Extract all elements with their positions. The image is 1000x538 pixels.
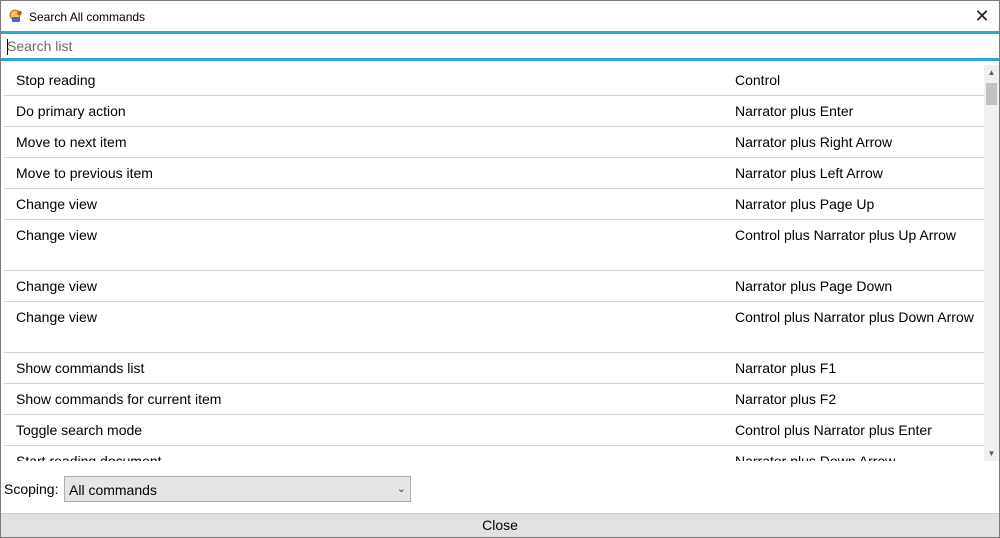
scoping-dropdown[interactable]: All commands ⌄ <box>64 476 411 502</box>
command-shortcut: Narrator plus Left Arrow <box>735 165 883 181</box>
command-name: Move to next item <box>16 134 127 150</box>
list-item[interactable]: Stop reading Control <box>4 65 984 96</box>
list-item[interactable]: Change view Control plus Narrator plus Up… <box>4 220 984 271</box>
list-item[interactable]: Change view Narrator plus Page Up <box>4 189 984 220</box>
command-name: Stop reading <box>16 72 96 88</box>
scrollbar-thumb[interactable] <box>986 83 997 105</box>
list-item[interactable]: Show commands for current item Narrator p… <box>4 384 984 415</box>
list-item[interactable]: Toggle search mode Control plus Narrator … <box>4 415 984 446</box>
vertical-scrollbar[interactable]: ▲ ▼ <box>984 65 999 461</box>
command-shortcut: Narrator plus Down Arrow <box>735 453 896 461</box>
command-shortcut: Narrator plus Enter <box>735 103 854 119</box>
command-shortcut: Narrator plus Page Down <box>735 278 893 294</box>
command-shortcut: Control plus Narrator plus Up Arrow <box>735 227 956 243</box>
list-item[interactable]: Show commands list Narrator plus F1 <box>4 353 984 384</box>
list-item[interactable]: Move to next item Narrator plus Right Arr… <box>4 127 984 158</box>
scroll-down-icon[interactable]: ▼ <box>984 446 999 461</box>
command-name: Do primary action <box>16 103 126 119</box>
command-shortcut: Narrator plus F1 <box>735 360 837 376</box>
scoping-selected-value: All commands <box>69 482 157 498</box>
list-item[interactable]: Change view Narrator plus Page Down <box>4 271 984 302</box>
chevron-down-icon: ⌄ <box>396 483 406 495</box>
command-name: Move to previous item <box>16 165 153 181</box>
command-name: Change view <box>16 196 97 212</box>
command-shortcut: Narrator plus Page Up <box>735 196 875 212</box>
title-bar: Search All commands ✕ <box>1 1 999 31</box>
command-shortcut: Control <box>735 72 781 88</box>
command-name: Show commands list <box>16 360 145 376</box>
search-commands-window: Search All commands ✕ Stop reading Contro… <box>0 0 1000 538</box>
command-name: Change view <box>16 278 97 294</box>
close-button[interactable]: Close <box>1 513 999 537</box>
list-item[interactable]: Start reading document Narrator plus Down… <box>4 446 984 461</box>
command-name: Start reading document <box>16 453 162 461</box>
command-name: Change view <box>16 309 97 325</box>
window-title: Search All commands <box>29 10 146 24</box>
command-name: Change view <box>16 227 97 243</box>
search-box <box>1 31 999 61</box>
command-shortcut: Narrator plus Right Arrow <box>735 134 893 150</box>
list-item[interactable]: Change view Control plus Narrator plus Do… <box>4 302 984 353</box>
narrator-app-icon <box>9 9 22 22</box>
command-name: Toggle search mode <box>16 422 143 438</box>
scoping-label: Scoping: <box>4 481 59 497</box>
search-input[interactable] <box>7 35 987 57</box>
scroll-up-icon[interactable]: ▲ <box>984 65 999 80</box>
command-name: Show commands for current item <box>16 391 222 407</box>
command-shortcut: Control plus Narrator plus Down Arrow <box>735 309 974 325</box>
close-icon[interactable]: ✕ <box>971 5 993 27</box>
list-item[interactable]: Do primary action Narrator plus Enter <box>4 96 984 127</box>
command-shortcut: Narrator plus F2 <box>735 391 837 407</box>
list-item[interactable]: Move to previous item Narrator plus Left … <box>4 158 984 189</box>
text-caret <box>7 39 8 55</box>
commands-list[interactable]: Stop reading Control Do primary action Narr… <box>4 65 984 461</box>
command-shortcut: Control plus Narrator plus Enter <box>735 422 932 438</box>
